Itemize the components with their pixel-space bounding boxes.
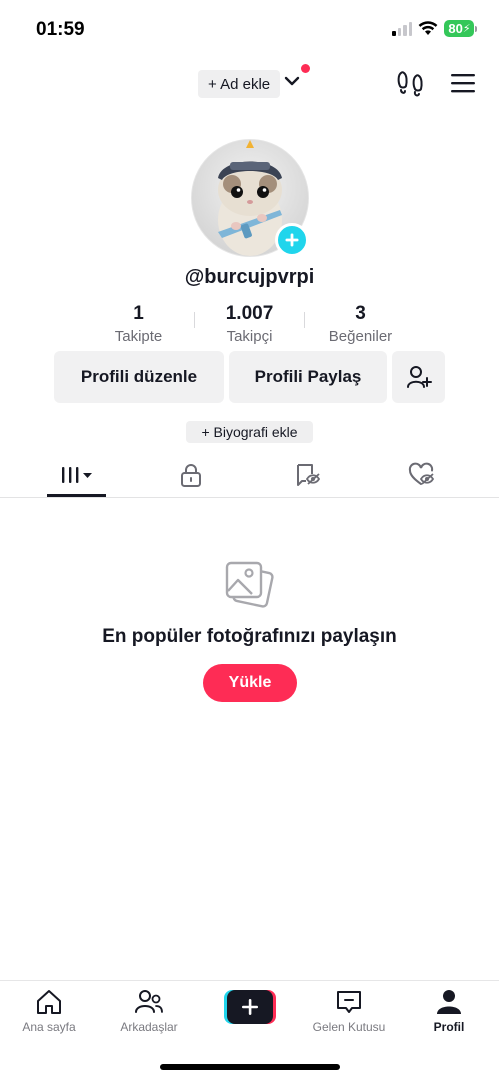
notification-dot [301, 64, 310, 73]
username: @burcujpvrpi [184, 266, 315, 288]
nav-label: Gelen Kutusu [312, 1020, 386, 1034]
liked-hidden-icon [408, 462, 435, 485]
lock-icon [181, 464, 201, 487]
stat-label: Beğeniler [328, 328, 393, 345]
tagged-hidden-icon [297, 464, 321, 486]
stat-value: 1.007 [225, 303, 274, 324]
stat-divider [194, 312, 195, 328]
create-button[interactable] [224, 990, 276, 1024]
stat-followers[interactable]: 1.007 Takipçi [194, 302, 305, 348]
add-bio-button[interactable]: + Biyografi ekle [186, 421, 313, 443]
videos-grid-icon [62, 467, 92, 483]
empty-state-title: En popüler fotoğrafınızı paylaşın [102, 626, 397, 647]
battery-level: 80 [448, 21, 463, 36]
stat-label: Takipçi [226, 328, 273, 345]
add-avatar-button[interactable] [275, 223, 309, 257]
add-friend-button[interactable] [392, 351, 445, 403]
wifi-icon [418, 21, 438, 35]
plus-icon [285, 233, 299, 247]
photo-icon [225, 561, 274, 608]
tab-videos[interactable] [47, 453, 107, 497]
stat-label: Takipte [114, 328, 163, 345]
content-tabs [0, 453, 499, 498]
nav-profile[interactable]: Profil [404, 987, 494, 1037]
avatar-container[interactable] [191, 139, 309, 257]
nav-home[interactable]: Ana sayfa [4, 987, 94, 1037]
stat-value: 3 [355, 303, 366, 324]
footprint-icon[interactable] [397, 70, 423, 98]
profile-icon [437, 990, 461, 1014]
profile-actions: Profili düzenle Profili Paylaş [54, 351, 445, 403]
nav-friends[interactable]: Arkadaşlar [104, 987, 194, 1037]
cellular-signal-icon [392, 21, 412, 36]
home-indicator [160, 1064, 340, 1070]
profile-stats: 1 Takipte 1.007 Takipçi 3 Beğeniler [83, 302, 416, 348]
status-time: 01:59 [36, 19, 85, 40]
friends-icon [135, 990, 163, 1013]
tab-active-underline [47, 494, 106, 497]
chevron-down-icon[interactable] [283, 72, 301, 90]
add-friend-icon [406, 366, 432, 388]
edit-profile-button[interactable]: Profili düzenle [54, 351, 224, 403]
tab-private[interactable] [161, 453, 221, 497]
nav-inbox[interactable]: Gelen Kutusu [304, 987, 394, 1037]
nav-label: Ana sayfa [22, 1020, 76, 1034]
stat-following[interactable]: 1 Takipte [83, 302, 194, 348]
nav-label: Arkadaşlar [120, 1020, 178, 1034]
stat-value: 1 [133, 303, 144, 324]
add-name-button[interactable]: + Ad ekle [198, 70, 281, 98]
tab-liked[interactable] [392, 453, 452, 497]
tab-tagged[interactable] [278, 453, 338, 497]
share-profile-button[interactable]: Profili Paylaş [229, 351, 387, 403]
status-bar: 01:59 80 ⚡ [0, 0, 499, 54]
home-icon [37, 990, 61, 1014]
top-bar: + Ad ekle [0, 64, 499, 104]
upload-button[interactable]: Yükle [203, 664, 297, 702]
nav-label: Profil [433, 1020, 465, 1034]
stat-likes[interactable]: 3 Beğeniler [305, 302, 416, 348]
status-icons: 80 ⚡ [392, 20, 477, 37]
inbox-icon [337, 991, 361, 1013]
battery-icon: 80 ⚡ [444, 20, 477, 37]
menu-icon[interactable] [450, 72, 476, 94]
